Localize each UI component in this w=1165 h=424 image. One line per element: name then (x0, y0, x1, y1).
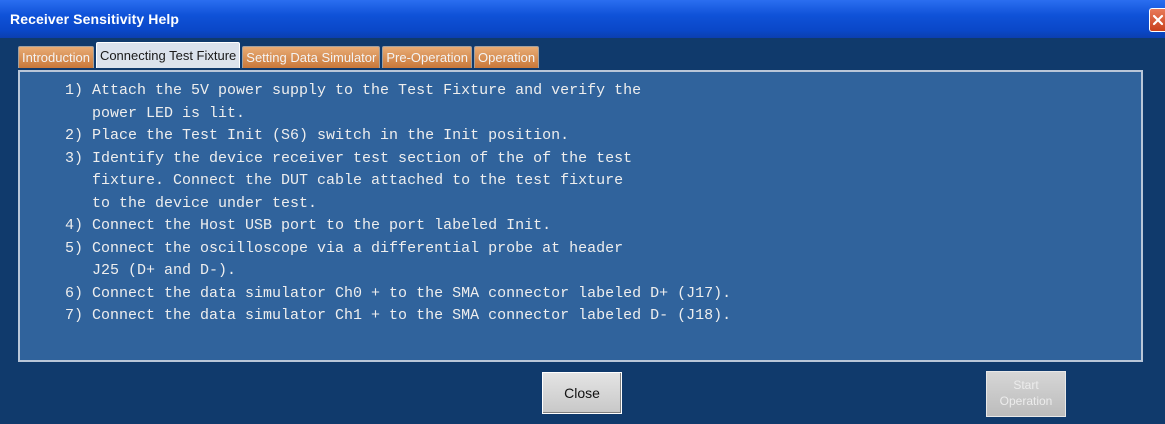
client-area: Introduction Connecting Test Fixture Set… (0, 38, 1165, 424)
help-text-line: 6) Connect the data simulator Ch0 + to t… (20, 284, 732, 302)
help-text-list: 1) Attach the 5V power supply to the Tes… (20, 80, 1141, 328)
help-text-line: fixture. Connect the DUT cable attached … (20, 172, 624, 189)
help-text-line: 3) Identify the device receiver test sec… (20, 149, 633, 167)
help-text-line: 7) Connect the data simulator Ch1 + to t… (20, 307, 732, 324)
title-bar[interactable]: Receiver Sensitivity Help (0, 0, 1165, 38)
help-text-line: 2) Place the Test Init (S6) switch in th… (20, 127, 570, 144)
tab-connecting-test-fixture[interactable]: Connecting Test Fixture (95, 42, 241, 68)
tab-strip: Introduction Connecting Test Fixture Set… (18, 42, 541, 68)
help-text-line: power LED is lit. (20, 104, 246, 122)
window-title: Receiver Sensitivity Help (10, 11, 180, 27)
help-text-panel: 1) Attach the 5V power supply to the Tes… (18, 70, 1143, 362)
start-operation-button[interactable]: Start Operation (986, 371, 1066, 417)
tab-setting-data-simulator[interactable]: Setting Data Simulator (242, 46, 381, 68)
window-close-icon[interactable] (1149, 8, 1165, 32)
help-text-line: to the device under test. (20, 194, 318, 212)
button-bar: Close Start Operation (0, 364, 1165, 424)
start-operation-label-line2: Operation (999, 394, 1053, 408)
close-button[interactable]: Close (542, 372, 622, 414)
help-text-line: 5) Connect the oscilloscope via a differ… (20, 239, 624, 257)
help-text-line: 4) Connect the Host USB port to the port… (20, 217, 552, 234)
help-text-line: J25 (D+ and D-). (20, 262, 237, 279)
help-window: Receiver Sensitivity Help Introduction C… (0, 0, 1165, 424)
start-operation-label-line1: Start (1013, 378, 1039, 392)
tab-introduction[interactable]: Introduction (18, 46, 94, 68)
tab-operation[interactable]: Operation (474, 46, 540, 68)
help-text-line: 1) Attach the 5V power supply to the Tes… (20, 82, 642, 99)
tab-pre-operation[interactable]: Pre-Operation (382, 46, 473, 68)
